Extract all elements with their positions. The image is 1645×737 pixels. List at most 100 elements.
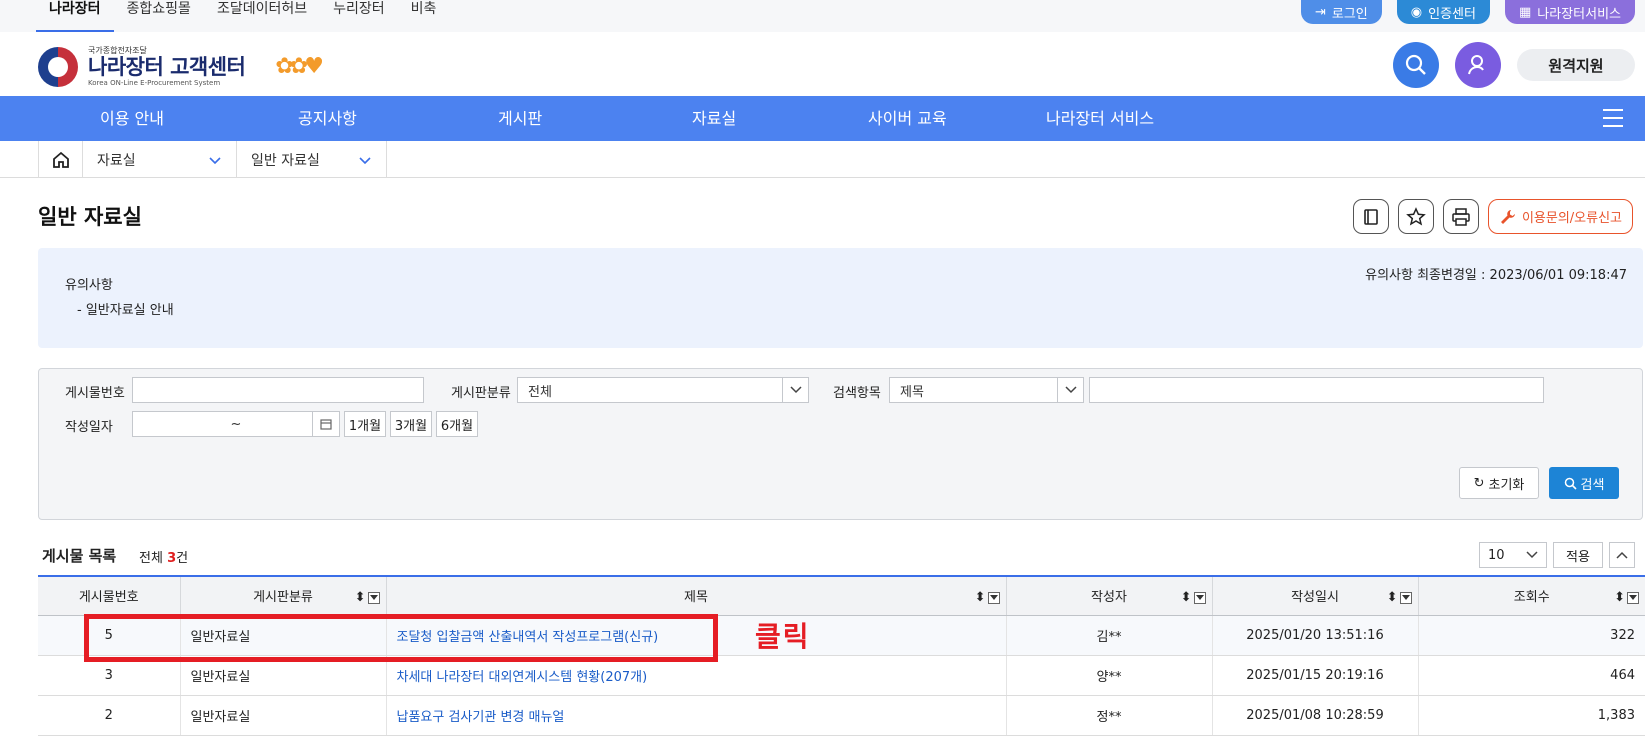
col-views[interactable]: 조회수 ⬍ (1418, 575, 1645, 616)
user-icon (1468, 55, 1484, 75)
notice-item[interactable]: - 일반자료실 안내 (77, 299, 174, 318)
cert-center-button[interactable]: ◉ 인증센터 (1396, 0, 1490, 24)
sort-filter-control[interactable]: ⬍ (355, 590, 380, 605)
cell-author: 김** (1006, 615, 1213, 656)
col-subject-label: 제목 (684, 590, 708, 606)
list-total-count: 전체 3건 (139, 547, 188, 566)
col-no-label: 게시물번호 (78, 590, 139, 606)
manual-button[interactable] (1352, 199, 1389, 234)
toplink-nuri[interactable]: 누리장터 (320, 0, 398, 32)
home-icon (52, 151, 69, 168)
col-date[interactable]: 작성일시 ⬍ (1212, 575, 1419, 616)
refresh-icon: ↻ (1473, 475, 1485, 491)
service-button[interactable]: ▦ 나라장터서비스 (1504, 0, 1635, 24)
chevron-down-icon (209, 156, 221, 164)
table-row[interactable]: 2 일반자료실 납품요구 검사기관 변경 매뉴얼 정** 2025/01/08 … (38, 695, 1645, 736)
total-prefix: 전체 (139, 551, 168, 566)
post-no-input[interactable] (132, 377, 424, 403)
notice-box: 유의사항 - 일반자료실 안내 유의사항 최종변경일 : 2023/06/01 … (38, 248, 1643, 348)
range-6-month-button[interactable]: 6개월 (436, 411, 478, 437)
search-field-select[interactable]: 제목 (889, 377, 1084, 403)
breadcrumb-level2-select[interactable]: 일반 자료실 (237, 141, 387, 178)
notice-updated-date: 유의사항 최종변경일 : 2023/06/01 09:18:47 (1365, 268, 1627, 283)
list-title: 게시물 목록 (42, 547, 117, 565)
sort-icon: ⬍ (354, 590, 366, 605)
cell-subject: 납품요구 검사기관 변경 매뉴얼 (386, 695, 1007, 736)
collapse-button[interactable] (1609, 542, 1635, 568)
search-button[interactable] (1393, 42, 1439, 88)
category-label: 게시판분류 (451, 386, 511, 401)
printer-icon (1452, 207, 1470, 226)
search-submit-button[interactable]: 검색 (1549, 467, 1619, 499)
favorite-button[interactable] (1397, 199, 1434, 234)
top-site-links: 나라장터 종합쇼핑몰 조달데이터허브 누리장터 비축 (36, 0, 449, 32)
click-annotation: 클릭 (755, 620, 811, 653)
nav-services[interactable]: 나라장터 서비스 (1046, 96, 1154, 141)
site-header: 국가종합전자조달 나라장터 고객센터 Korea ON-Line E-Procu… (0, 32, 1645, 96)
calendar-button[interactable] (312, 411, 340, 437)
site-logo[interactable]: 국가종합전자조달 나라장터 고객센터 Korea ON-Line E-Procu… (38, 46, 324, 87)
cell-category: 일반자료실 (180, 695, 387, 736)
login-button[interactable]: ⇥ 로그인 (1300, 0, 1382, 24)
search-keyword-input[interactable] (1089, 377, 1544, 403)
top-buttons: ⇥ 로그인 ◉ 인증센터 ▦ 나라장터서비스 (1300, 0, 1635, 24)
col-author-label: 작성자 (1091, 590, 1127, 606)
sort-icon: ⬍ (974, 590, 986, 605)
cell-date: 2025/01/15 20:19:16 (1212, 655, 1419, 696)
apply-button[interactable]: 적용 (1553, 542, 1603, 568)
nav-usage-guide[interactable]: 이용 안내 (100, 96, 164, 141)
remote-support-button[interactable]: 원격지원 (1517, 49, 1635, 81)
nav-board[interactable]: 게시판 (498, 96, 542, 141)
toplink-shopping-mall[interactable]: 종합쇼핑몰 (114, 0, 204, 32)
filter-dropdown-icon (1399, 591, 1412, 604)
page-size-select[interactable]: 10 (1479, 542, 1547, 568)
cert-center-label: 인증센터 (1428, 6, 1476, 22)
print-button[interactable] (1442, 199, 1479, 234)
sort-filter-control[interactable]: ⬍ (975, 590, 1000, 605)
flowers-decoration-icon: ✿✿♥ (275, 54, 324, 79)
user-button[interactable] (1455, 42, 1501, 88)
post-title-link[interactable]: 차세대 나라장터 대외연계시스템 현황(207개) (397, 670, 648, 685)
reset-button[interactable]: ↻ 초기화 (1459, 467, 1539, 499)
sort-filter-control[interactable]: ⬍ (1387, 590, 1412, 605)
sort-filter-control[interactable]: ⬍ (1181, 590, 1206, 605)
logo-small-text: 국가종합전자조달 (88, 46, 147, 55)
nav-cyber-education[interactable]: 사이버 교육 (868, 96, 947, 141)
breadcrumb-level1-select[interactable]: 자료실 (83, 141, 237, 178)
breadcrumb-level2-label: 일반 자료실 (251, 152, 320, 169)
star-icon (1406, 206, 1426, 226)
logo-main-text: 나라장터 고객센터 (88, 55, 246, 79)
chevron-down-icon (359, 156, 371, 164)
nav-library[interactable]: 자료실 (692, 96, 736, 141)
col-subject[interactable]: 제목 ⬍ (386, 575, 1007, 616)
menu-icon[interactable] (1603, 109, 1623, 127)
date-range-input[interactable]: ~ (132, 411, 340, 437)
filter-dropdown-icon (1193, 591, 1206, 604)
col-category[interactable]: 게시판분류 ⬍ (180, 575, 387, 616)
category-select[interactable]: 전체 (517, 377, 809, 403)
calendar-icon (320, 419, 332, 430)
cell-views: 322 (1418, 615, 1645, 656)
header-actions: 원격지원 (1393, 42, 1635, 88)
col-author[interactable]: 작성자 ⬍ (1006, 575, 1213, 616)
search-field-value: 제목 (900, 384, 924, 400)
post-title-link[interactable]: 납품요구 검사기관 변경 매뉴얼 (397, 710, 565, 725)
grid-icon: ▦ (1518, 4, 1532, 20)
logo-english-text: Korea ON-Line E-Procurement System (88, 79, 221, 87)
inquiry-report-button[interactable]: 이용문의/오류신고 (1487, 199, 1633, 234)
book-icon (1364, 208, 1378, 225)
cell-views: 464 (1418, 655, 1645, 696)
post-no-label: 게시물번호 (65, 386, 125, 401)
nav-notices[interactable]: 공지사항 (298, 96, 357, 141)
sort-filter-control[interactable]: ⬍ (1614, 590, 1639, 605)
range-3-month-button[interactable]: 3개월 (390, 411, 432, 437)
toplink-stockpile[interactable]: 비축 (398, 0, 450, 32)
col-no: 게시물번호 (38, 575, 181, 616)
toplink-data-hub[interactable]: 조달데이터허브 (204, 0, 320, 32)
wrench-icon (1500, 209, 1515, 224)
date-separator: ~ (230, 416, 242, 432)
home-button[interactable] (38, 141, 83, 178)
col-views-label: 조회수 (1513, 590, 1550, 606)
range-1-month-button[interactable]: 1개월 (344, 411, 386, 437)
toplink-narajangteo[interactable]: 나라장터 (36, 0, 114, 32)
